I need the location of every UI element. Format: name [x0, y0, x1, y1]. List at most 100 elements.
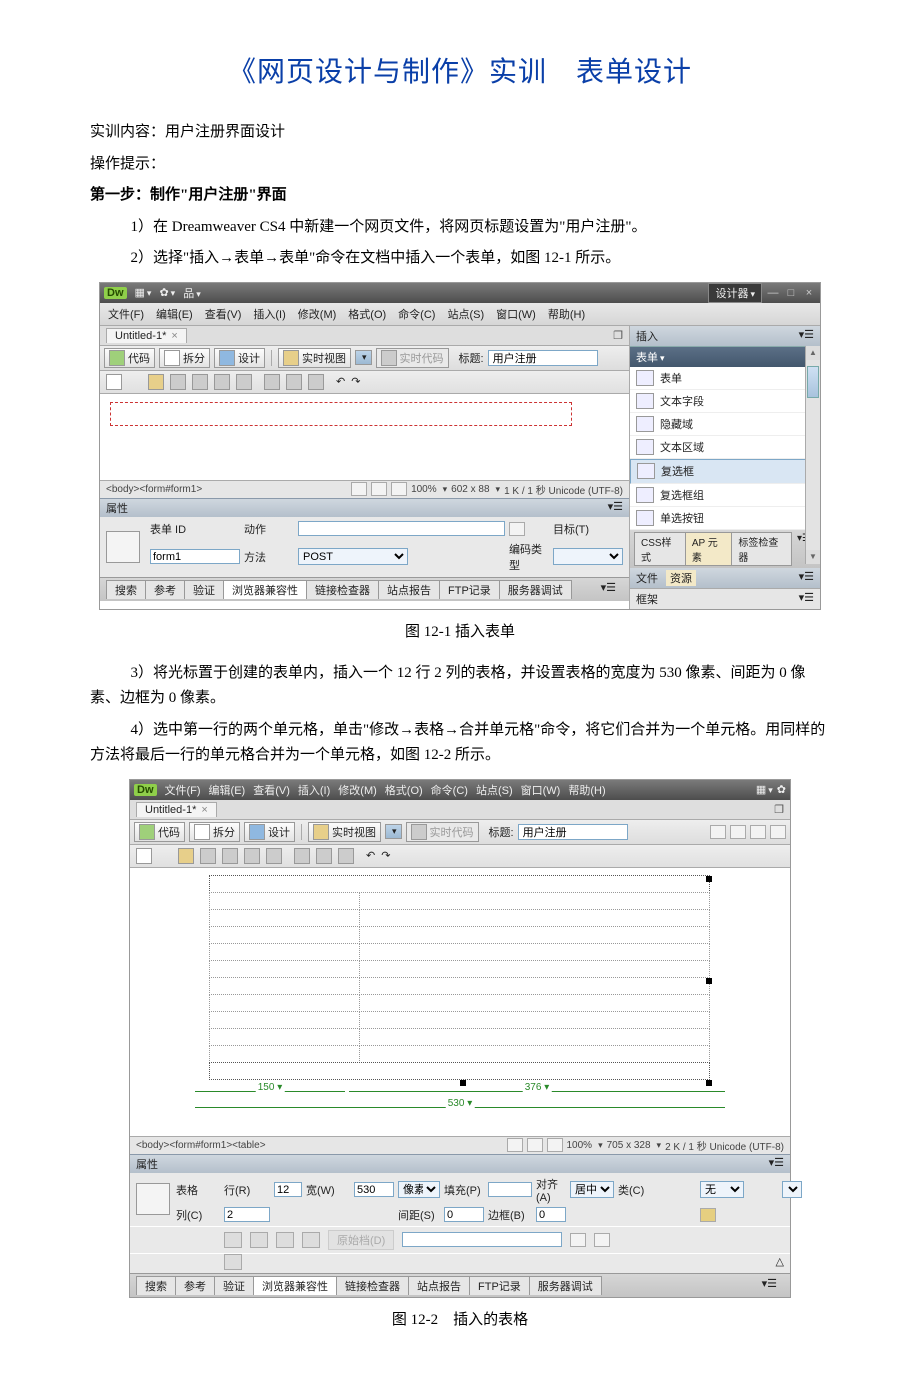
- table-cell[interactable]: [359, 977, 710, 995]
- undo-icon[interactable]: ↶: [336, 375, 345, 388]
- design-view-button[interactable]: 设计: [214, 348, 265, 368]
- open-icon[interactable]: [148, 374, 164, 390]
- width-unit-select[interactable]: 像素: [398, 1181, 440, 1198]
- paste-icon[interactable]: [286, 374, 302, 390]
- cut-icon[interactable]: [236, 374, 252, 390]
- tab-files[interactable]: 文件: [636, 570, 658, 586]
- tab-site-reports[interactable]: 站点报告: [408, 1276, 470, 1295]
- tab-assets[interactable]: 资源: [666, 570, 696, 586]
- layout-menu-icon[interactable]: ▦: [135, 286, 152, 299]
- tab-css[interactable]: CSS样式: [634, 532, 686, 566]
- menu-modify[interactable]: 修改(M): [298, 306, 337, 322]
- quick-edit-icon[interactable]: [700, 1208, 716, 1222]
- close-icon[interactable]: ×: [802, 287, 816, 299]
- convert-pct-icon[interactable]: [302, 1232, 320, 1248]
- copy-icon[interactable]: [294, 848, 310, 864]
- save-all-icon[interactable]: [192, 374, 208, 390]
- zoom-icon[interactable]: [391, 482, 407, 496]
- design-canvas[interactable]: [100, 394, 629, 480]
- zoom-value[interactable]: 100%: [567, 1140, 593, 1151]
- table-cell[interactable]: [209, 960, 360, 978]
- results-collapse-icon[interactable]: ▾☰: [593, 580, 624, 599]
- insert-item-textfield[interactable]: 文本字段: [630, 390, 820, 413]
- menu-modify[interactable]: 修改(M): [338, 782, 377, 798]
- insert-item-textarea[interactable]: 文本区域: [630, 436, 820, 459]
- insert-panel-header[interactable]: 插入 ▾☰: [630, 326, 820, 347]
- menu-insert[interactable]: 插入(I): [253, 306, 285, 322]
- zoom-value[interactable]: 100%: [411, 484, 437, 495]
- live-view-button[interactable]: 实时视图: [308, 822, 381, 842]
- cellspace-input[interactable]: [444, 1207, 484, 1222]
- tag-path[interactable]: <body><form#form1>: [106, 484, 202, 495]
- tab-ftp-log[interactable]: FTP记录: [469, 1276, 530, 1295]
- convert-px-icon[interactable]: [276, 1232, 294, 1248]
- table-cell[interactable]: [209, 943, 360, 961]
- tab-browser-compat[interactable]: 浏览器兼容性: [253, 1276, 337, 1295]
- tab-link-checker[interactable]: 链接检查器: [336, 1276, 409, 1295]
- properties-expand-icon[interactable]: △: [776, 1255, 784, 1268]
- enctype-select[interactable]: [553, 548, 623, 565]
- table-cell[interactable]: [209, 977, 360, 995]
- live-view-dropdown[interactable]: [385, 824, 402, 839]
- method-select[interactable]: POST: [298, 548, 408, 565]
- scroll-down-icon[interactable]: ▼: [806, 550, 820, 564]
- menu-window[interactable]: 窗口(W): [521, 782, 561, 798]
- tab-link-checker[interactable]: 链接检查器: [306, 580, 379, 599]
- table-id-select[interactable]: [782, 1181, 802, 1198]
- insert-panel-menu-icon[interactable]: ▾☰: [799, 328, 814, 344]
- table-cell[interactable]: [359, 909, 710, 927]
- point-to-file-icon[interactable]: [570, 1233, 586, 1247]
- workspace-switcher[interactable]: 设计器: [708, 283, 762, 303]
- menu-file[interactable]: 文件(F): [165, 782, 201, 798]
- tab-search[interactable]: 搜索: [106, 580, 146, 599]
- tag-path[interactable]: <body><form#form1><table>: [136, 1140, 266, 1151]
- preview-globe-icon[interactable]: [730, 825, 746, 839]
- check-browser-icon[interactable]: [710, 825, 726, 839]
- scroll-thumb[interactable]: [807, 366, 819, 398]
- hand-icon[interactable]: [371, 482, 387, 496]
- tab-validate[interactable]: 验证: [214, 1276, 254, 1295]
- cut-icon[interactable]: [266, 848, 282, 864]
- properties-header[interactable]: 属性 ▾☰: [100, 498, 629, 517]
- page-title-input[interactable]: [488, 350, 598, 366]
- page-title-input[interactable]: [518, 824, 628, 840]
- menu-view[interactable]: 查看(V): [253, 782, 290, 798]
- print-icon[interactable]: [244, 848, 260, 864]
- view-options-icon[interactable]: [770, 825, 786, 839]
- tab-ftp-log[interactable]: FTP记录: [439, 580, 500, 599]
- canvas-size[interactable]: 705 x 328: [607, 1140, 651, 1151]
- table-cell[interactable]: [359, 943, 710, 961]
- tab-close-icon[interactable]: ×: [201, 804, 207, 816]
- table-cell[interactable]: [359, 960, 710, 978]
- align-select[interactable]: 居中对齐: [570, 1181, 614, 1198]
- clear-col-w-icon[interactable]: [224, 1232, 242, 1248]
- design-view-button[interactable]: 设计: [244, 822, 295, 842]
- table-cell[interactable]: [209, 1045, 360, 1063]
- scroll-up-icon[interactable]: ▲: [806, 346, 820, 360]
- browse-folder-icon[interactable]: [594, 1233, 610, 1247]
- menu-view[interactable]: 查看(V): [205, 306, 242, 322]
- misc-table-icon[interactable]: [224, 1254, 242, 1270]
- insert-item-hidden[interactable]: 隐藏域: [630, 413, 820, 436]
- split-view-button[interactable]: 拆分: [159, 348, 210, 368]
- code-view-button[interactable]: 代码: [134, 822, 185, 842]
- tab-server-debug[interactable]: 服务器调试: [499, 580, 572, 599]
- properties-header[interactable]: 属性 ▾☰: [130, 1154, 790, 1173]
- frames-panel[interactable]: 框架 ▾☰: [630, 588, 820, 609]
- selection-handle[interactable]: [706, 876, 712, 882]
- table-cell[interactable]: [359, 994, 710, 1012]
- live-view-dropdown[interactable]: [355, 350, 372, 365]
- class-select[interactable]: 无: [700, 1181, 744, 1198]
- layout-menu-icon[interactable]: ▦: [756, 783, 773, 796]
- code-view-button[interactable]: 代码: [104, 348, 155, 368]
- clear-row-h-icon[interactable]: [250, 1232, 268, 1248]
- table-cell[interactable]: [209, 1028, 360, 1046]
- frames-menu-icon[interactable]: ▾☰: [799, 591, 814, 604]
- files-panel-menu-icon[interactable]: ▾☰: [799, 570, 814, 586]
- copy-icon[interactable]: [264, 374, 280, 390]
- results-collapse-icon[interactable]: ▾☰: [754, 1276, 785, 1295]
- tab-restore-icon[interactable]: ❐: [613, 329, 623, 342]
- form-id-input[interactable]: [150, 549, 240, 564]
- original-file-input[interactable]: [402, 1232, 562, 1247]
- maximize-icon[interactable]: □: [784, 287, 798, 299]
